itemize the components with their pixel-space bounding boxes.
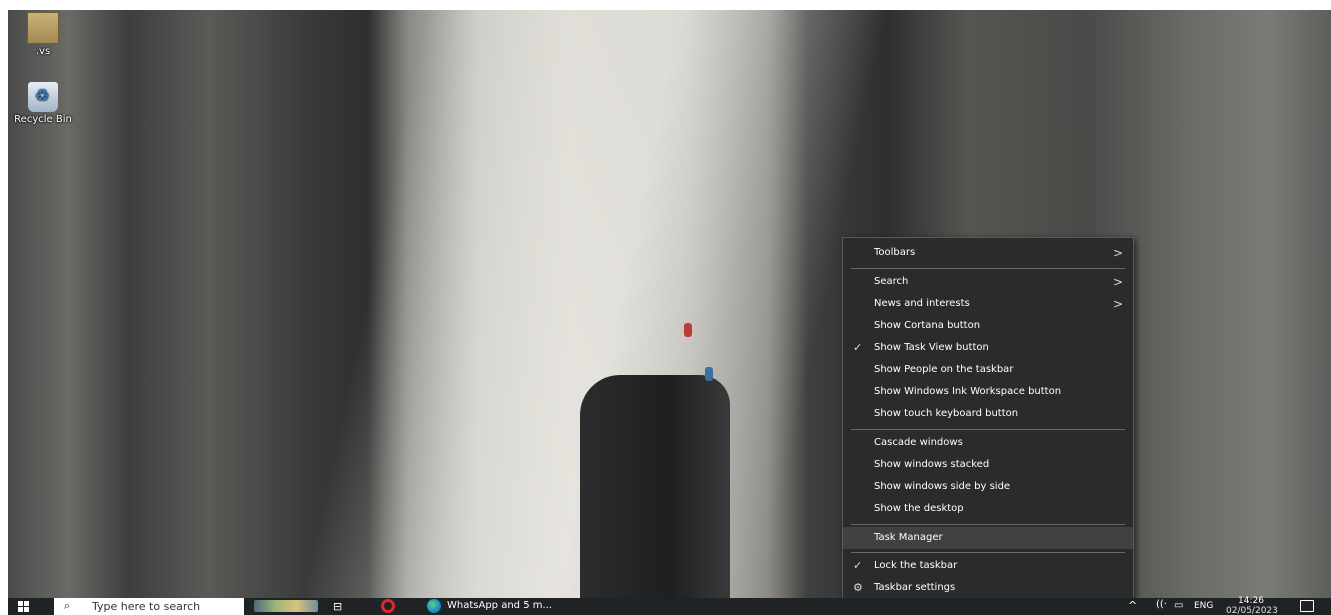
menu-item-show-windows-side-by-side[interactable]: Show windows side by side (843, 476, 1133, 498)
opera-browser-icon[interactable] (381, 599, 395, 613)
menu-item-label: Task Manager (874, 532, 943, 543)
taskbar-context-menu: Toolbars > Search > News and interests >… (842, 237, 1134, 603)
folder-icon (27, 12, 59, 44)
menu-separator (851, 524, 1125, 525)
wifi-icon[interactable]: ((· (1156, 599, 1167, 610)
menu-item-label: Lock the taskbar (874, 560, 958, 571)
menu-item-news-and-interests[interactable]: News and interests > (843, 293, 1133, 315)
menu-item-label: Show People on the taskbar (874, 364, 1014, 375)
menu-item-lock-the-taskbar[interactable]: ✓ Lock the taskbar (843, 555, 1133, 577)
menu-item-cascade-windows[interactable]: Cascade windows (843, 432, 1133, 454)
menu-item-label: Show Task View button (874, 342, 989, 353)
menu-item-show-ink-workspace[interactable]: Show Windows Ink Workspace button (843, 381, 1133, 403)
search-highlight-image[interactable] (254, 600, 318, 612)
taskbar-search-box[interactable]: ⌕ Type here to search (54, 598, 244, 615)
task-view-icon[interactable]: ⊟ (333, 600, 347, 613)
windows-start-icon[interactable] (18, 601, 30, 612)
desktop-icon-recycle-bin[interactable]: Recycle Bin (13, 82, 73, 125)
menu-item-label: Show windows side by side (874, 481, 1011, 492)
edge-icon (427, 599, 441, 613)
menu-item-show-touch-keyboard[interactable]: Show touch keyboard button (843, 403, 1133, 425)
desktop-icon-vs-folder[interactable]: .vs (13, 12, 73, 57)
menu-item-label: Show touch keyboard button (874, 408, 1019, 419)
menu-item-show-the-desktop[interactable]: Show the desktop (843, 498, 1133, 520)
desktop-icon-label: Recycle Bin (14, 114, 72, 125)
menu-item-label: Cascade windows (874, 437, 963, 448)
menu-item-label: Show windows stacked (874, 459, 990, 470)
clock-time: 14:26 (1238, 596, 1264, 606)
desktop-icon-label: .vs (35, 46, 51, 57)
menu-item-label: Search (874, 276, 909, 287)
chevron-right-icon: > (1112, 297, 1123, 311)
checkmark-icon: ✓ (853, 341, 863, 354)
wallpaper-climber (684, 323, 692, 337)
notification-icon[interactable] (1300, 600, 1314, 612)
menu-item-show-cortana-button[interactable]: Show Cortana button (843, 315, 1133, 337)
menu-item-show-people[interactable]: Show People on the taskbar (843, 359, 1133, 381)
menu-separator (851, 268, 1125, 269)
clock[interactable]: 14:26 02/05/2023 (1226, 596, 1278, 615)
wallpaper-climber (705, 367, 713, 381)
menu-separator (851, 552, 1125, 553)
menu-item-show-windows-stacked[interactable]: Show windows stacked (843, 454, 1133, 476)
menu-item-label: Toolbars (874, 247, 916, 258)
menu-item-show-task-view-button[interactable]: ✓ Show Task View button (843, 337, 1133, 359)
clock-date: 02/05/2023 (1226, 606, 1278, 615)
menu-separator (851, 429, 1125, 430)
menu-item-label: Show Cortana button (874, 320, 981, 331)
battery-icon[interactable]: ▭ (1174, 600, 1183, 611)
language-indicator[interactable]: ENG (1194, 601, 1213, 611)
menu-item-task-manager[interactable]: Task Manager (843, 527, 1133, 549)
menu-item-toolbars[interactable]: Toolbars > (843, 242, 1133, 264)
taskbar[interactable]: ⌕ Type here to search ⊟ WhatsApp and 5 m… (8, 596, 1331, 615)
chevron-up-icon[interactable]: ^ (1128, 599, 1137, 612)
menu-item-label: News and interests (874, 298, 970, 309)
taskbar-app-label: WhatsApp and 5 m... (447, 600, 553, 611)
chevron-right-icon: > (1112, 275, 1123, 289)
gear-icon: ⚙ (853, 581, 863, 594)
menu-item-label: Show the desktop (874, 503, 964, 514)
menu-item-search[interactable]: Search > (843, 271, 1133, 293)
search-placeholder: Type here to search (92, 600, 201, 613)
checkmark-icon: ✓ (853, 559, 863, 572)
menu-item-label: Show Windows Ink Workspace button (874, 386, 1062, 397)
menu-item-label: Taskbar settings (874, 582, 956, 593)
recycle-bin-icon (28, 82, 58, 112)
search-icon: ⌕ (64, 599, 71, 612)
menu-item-taskbar-settings[interactable]: ⚙ Taskbar settings (843, 577, 1133, 599)
wallpaper-dark-pillar (580, 375, 730, 598)
chevron-right-icon: > (1112, 246, 1123, 260)
